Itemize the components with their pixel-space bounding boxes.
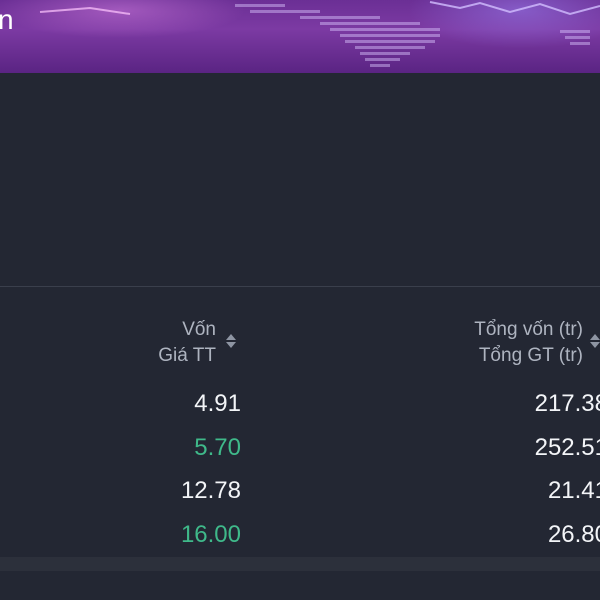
sort-icon[interactable] <box>226 333 236 349</box>
price-cell: 5.70 <box>194 434 241 461</box>
total-cell: 21.41 <box>547 477 600 504</box>
column-header-total-line2: Tổng GT (tr) <box>478 345 583 366</box>
price-cell: 4.91 <box>194 390 241 417</box>
section-divider <box>0 286 600 287</box>
price-cell: 16.00 <box>180 521 241 548</box>
total-cell: 26.80 <box>547 521 600 548</box>
banner-title: n <box>0 4 14 35</box>
sort-icon[interactable] <box>590 333 600 349</box>
scroll-separator <box>0 557 600 571</box>
total-cell: 217.38 <box>534 390 600 417</box>
total-cell: 252.51 <box>534 434 600 461</box>
column-header-price-line2: Giá TT <box>158 345 216 366</box>
column-header-total-line1: Tổng vốn (tr) <box>474 319 583 340</box>
column-header-price-line1: Vốn <box>182 319 216 340</box>
price-cell: 12.78 <box>180 477 241 504</box>
world-map-graphic <box>39 1 600 67</box>
header-banner: n <box>0 0 600 73</box>
